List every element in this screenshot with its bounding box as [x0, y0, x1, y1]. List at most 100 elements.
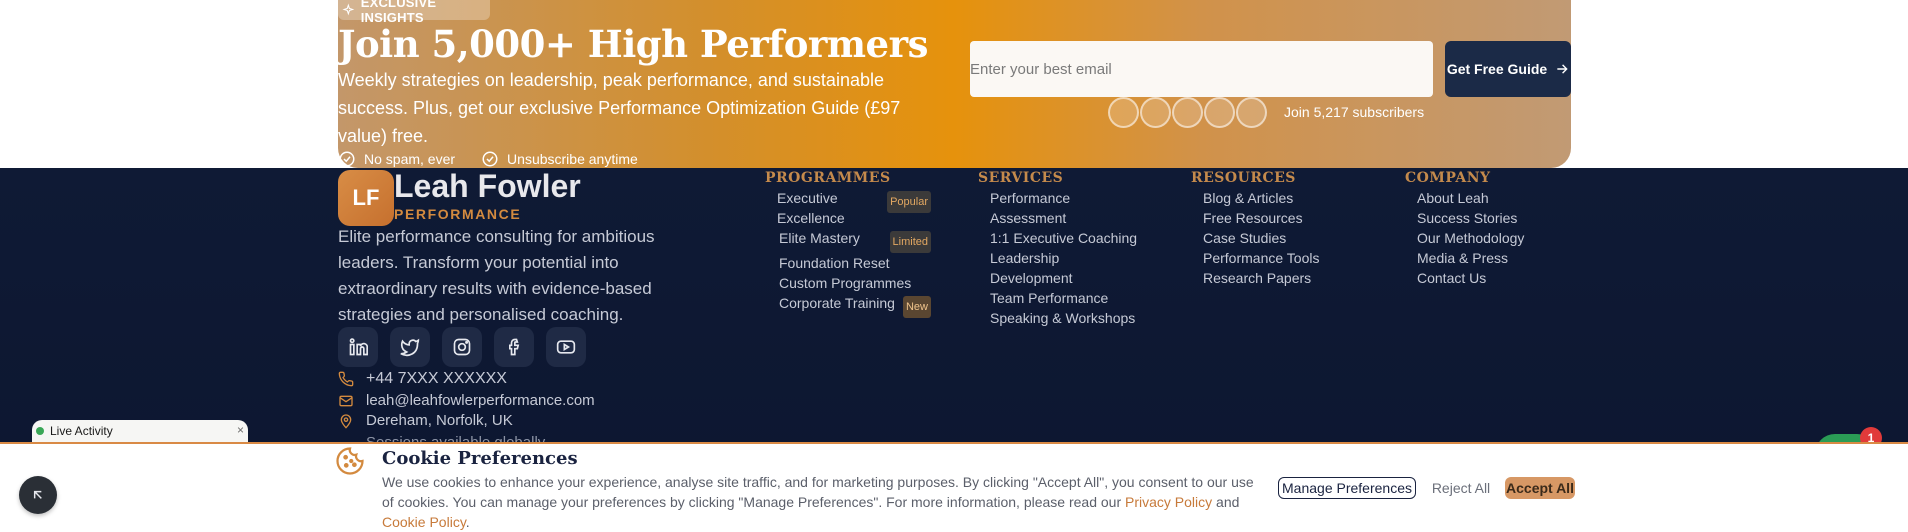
arrow-right-icon — [1557, 64, 1568, 74]
contact-email[interactable]: leah@leahfowlerperformance.com — [338, 392, 595, 409]
instagram-link[interactable] — [442, 327, 482, 367]
link-label: 1:1 Executive Coaching — [990, 230, 1138, 246]
cookie-and: and — [1212, 494, 1240, 510]
email-address: leah@leahfowlerperformance.com — [366, 392, 595, 409]
avatar — [1172, 97, 1203, 128]
cookie-body: We use cookies to enhance your experienc… — [382, 474, 1254, 510]
cookie-policy-link[interactable]: Cookie Policy — [382, 514, 466, 530]
brand-logo[interactable]: LF — [338, 170, 394, 226]
programme-link-elite-mastery[interactable]: Elite Mastery Limited — [777, 228, 931, 253]
link-label: Executive Excellence — [777, 190, 845, 226]
contact-phone[interactable]: +44 7XXX XXXXXX — [338, 370, 507, 388]
close-icon[interactable]: × — [237, 423, 244, 437]
link-label: Our Methodology — [1417, 230, 1525, 246]
link-label: Leadership Development — [990, 250, 1073, 286]
cookie-title: Cookie Preferences — [382, 448, 578, 469]
twitter-link[interactable] — [390, 327, 430, 367]
link-label: Free Resources — [1203, 210, 1303, 226]
company-link[interactable]: About Leah — [1417, 188, 1575, 208]
email-input[interactable] — [970, 41, 1433, 97]
accept-all-button[interactable]: Accept All — [1505, 477, 1575, 499]
live-activity-widget[interactable]: Live Activity × — [32, 420, 248, 442]
programme-link-executive-excellence[interactable]: Executive Excellence Popular — [777, 188, 931, 228]
link-label: Success Stories — [1417, 210, 1518, 226]
social-links — [338, 327, 586, 367]
avatar — [1140, 97, 1171, 128]
newsletter-title: Join 5,000+ High Performers — [338, 22, 928, 66]
company-link[interactable]: Success Stories — [1417, 208, 1575, 228]
facebook-icon — [509, 338, 520, 356]
manage-preferences-button[interactable]: Manage Preferences — [1278, 477, 1416, 499]
link-label: Case Studies — [1203, 230, 1287, 246]
bullet-label: No spam, ever — [364, 151, 456, 167]
brand-name[interactable]: Leah Fowler — [394, 168, 581, 205]
linkedin-icon — [349, 338, 368, 356]
link-label: Custom Programmes — [779, 275, 912, 291]
back-to-top-button[interactable] — [19, 476, 57, 514]
limited-badge: Limited — [889, 231, 931, 253]
facebook-link[interactable] — [494, 327, 534, 367]
link-label: Foundation Reset — [779, 255, 890, 271]
privacy-policy-link[interactable]: Privacy Policy — [1125, 494, 1212, 510]
resources-column: RESOURCES Blog & Articles Free Resources… — [1191, 170, 1361, 288]
mail-icon — [339, 395, 353, 406]
new-badge: New — [902, 296, 931, 318]
exclusive-insights-badge: EXCLUSIVE INSIGHTS — [338, 0, 490, 25]
company-link[interactable]: Contact Us — [1417, 268, 1575, 288]
service-link[interactable]: Performance Assessment — [990, 188, 1148, 228]
youtube-icon — [556, 340, 576, 354]
brand-description: Elite performance consulting for ambitio… — [338, 227, 655, 324]
service-link[interactable]: Speaking & Workshops — [990, 308, 1148, 328]
link-label: Elite Mastery — [779, 230, 860, 246]
link-label: Team Performance — [990, 290, 1109, 306]
resource-link[interactable]: Case Studies — [1203, 228, 1361, 248]
reject-all-button[interactable]: Reject All — [1430, 477, 1492, 499]
resource-link[interactable]: Free Resources — [1203, 208, 1361, 228]
avatar — [1204, 97, 1235, 128]
arrow-up-left-icon — [33, 490, 42, 499]
location-text: Dereham, Norfolk, UK — [366, 412, 513, 429]
programme-link-custom-programmes[interactable]: Custom Programmes — [777, 273, 931, 293]
link-label: Media & Press — [1417, 250, 1509, 266]
popular-badge: Popular — [887, 191, 931, 213]
cta-label: Get Free Guide — [1446, 61, 1548, 77]
programmes-column: PROGRAMMES Executive Excellence Popular … — [765, 170, 931, 318]
check-circle-icon — [339, 151, 355, 167]
youtube-link[interactable] — [546, 327, 586, 367]
link-label: Speaking & Workshops — [990, 310, 1136, 326]
company-link[interactable]: Media & Press — [1417, 248, 1575, 268]
link-label: Performance Assessment — [990, 190, 1071, 226]
map-pin-icon — [340, 413, 352, 429]
phone-number: +44 7XXX XXXXXX — [366, 370, 507, 387]
newsletter-bullets: No spam, ever Unsubscribe anytime — [338, 150, 638, 168]
resource-link[interactable]: Research Papers — [1203, 268, 1361, 288]
brand-subtitle: PERFORMANCE — [394, 206, 522, 222]
link-label: Corporate Training — [779, 295, 895, 311]
programme-link-corporate-training[interactable]: Corporate Training New — [777, 293, 931, 318]
company-link[interactable]: Our Methodology — [1417, 228, 1575, 248]
subscriber-avatars — [1108, 97, 1268, 129]
link-label: Blog & Articles — [1203, 190, 1294, 206]
sparkle-icon — [342, 3, 355, 16]
live-activity-label: Live Activity — [50, 424, 113, 438]
linkedin-link[interactable] — [338, 327, 378, 367]
service-link[interactable]: Team Performance — [990, 288, 1148, 308]
service-link[interactable]: Leadership Development — [990, 248, 1148, 288]
programme-link-foundation-reset[interactable]: Foundation Reset — [777, 253, 931, 273]
phone-icon — [338, 371, 354, 387]
live-status-dot — [36, 427, 44, 435]
cookie-icon — [336, 447, 364, 475]
bullet-label: Unsubscribe anytime — [507, 151, 638, 167]
get-free-guide-button[interactable]: Get Free Guide — [1445, 41, 1571, 97]
link-label: Performance Tools — [1203, 250, 1320, 266]
bullet-no-spam: No spam, ever — [338, 150, 455, 168]
link-label: Research Papers — [1203, 270, 1312, 286]
service-link[interactable]: 1:1 Executive Coaching — [990, 228, 1148, 248]
resource-link[interactable]: Performance Tools — [1203, 248, 1361, 268]
instagram-icon — [453, 338, 471, 356]
avatar — [1236, 97, 1267, 128]
company-column: COMPANY About Leah Success Stories Our M… — [1405, 170, 1575, 288]
services-column: SERVICES Performance Assessment 1:1 Exec… — [978, 170, 1148, 328]
resource-link[interactable]: Blog & Articles — [1203, 188, 1361, 208]
contact-location: Dereham, Norfolk, UK — [338, 412, 513, 429]
